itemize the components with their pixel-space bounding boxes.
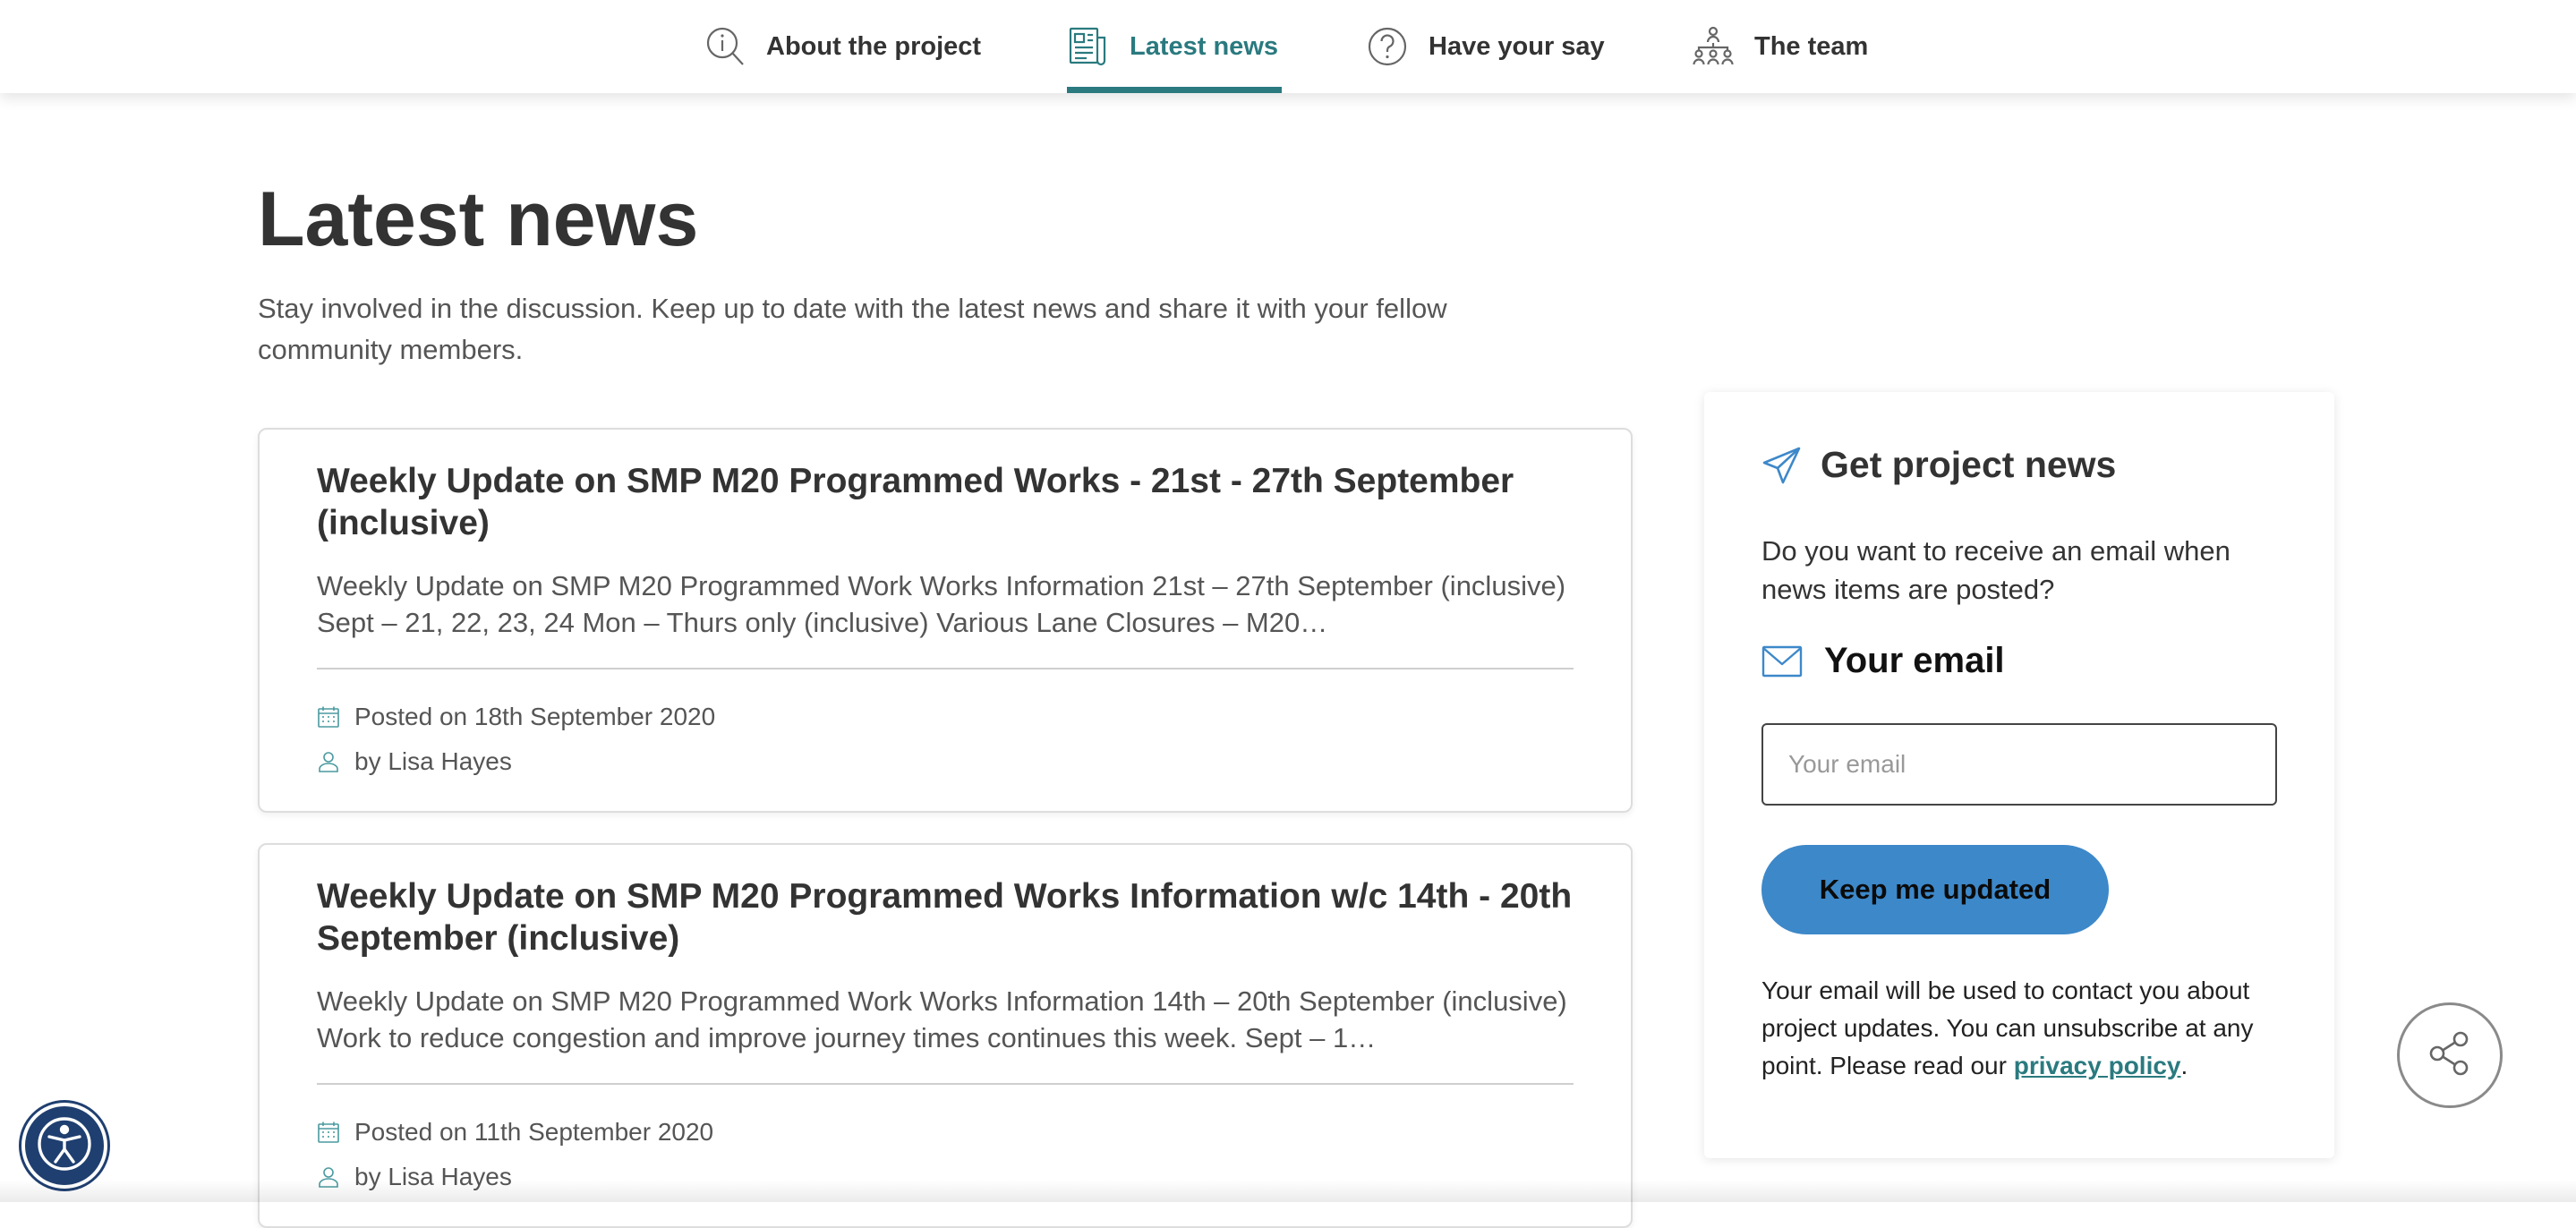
signup-title: Get project news (1821, 444, 2117, 485)
top-navigation: About the project Latest news Have your … (0, 0, 2576, 93)
question-icon (1366, 25, 1409, 68)
email-label: Your email (1761, 641, 2005, 681)
page-intro: Stay involved in the discussion. Keep up… (258, 293, 1447, 365)
news-author: by Lisa Hayes (317, 739, 1574, 784)
card-divider (317, 668, 1574, 669)
privacy-note: Your email will be used to contact you a… (1761, 972, 2290, 1085)
nav-label: Latest news (1130, 31, 1278, 61)
accessibility-icon (36, 1115, 93, 1177)
news-date-text: Posted on 11th September 2020 (354, 1118, 714, 1146)
paper-plane-icon (1761, 445, 1803, 486)
privacy-note-end: . (2180, 1052, 2188, 1079)
news-date: Posted on 18th September 2020 (317, 695, 1574, 739)
news-title[interactable]: Weekly Update on SMP M20 Programmed Work… (317, 845, 1574, 959)
news-date: Posted on 11th September 2020 (317, 1110, 1574, 1155)
card-divider (317, 1083, 1574, 1085)
email-label-text: Your email (1824, 641, 2005, 680)
calendar-icon (317, 1121, 340, 1144)
keep-me-updated-button[interactable]: Keep me updated (1761, 845, 2109, 934)
nav-item-about-the-project[interactable]: About the project (704, 0, 981, 93)
news-excerpt: Weekly Update on SMP M20 Programmed Work… (317, 570, 1566, 638)
nav-label: The team (1754, 31, 1869, 61)
news-card[interactable]: Weekly Update on SMP M20 Programmed Work… (258, 843, 1633, 1228)
privacy-policy-link[interactable]: privacy policy (2014, 1052, 2181, 1079)
email-input[interactable] (1761, 723, 2277, 806)
news-author-text: by Lisa Hayes (354, 747, 512, 775)
nav-label: About the project (766, 31, 982, 61)
bottom-fade (0, 1180, 2576, 1202)
share-icon (2425, 1028, 2475, 1083)
accessibility-button[interactable] (21, 1103, 107, 1189)
share-button[interactable] (2397, 1002, 2503, 1108)
project-news-signup: Get project news Do you want to receive … (1704, 392, 2334, 1158)
news-excerpt: Weekly Update on SMP M20 Programmed Work… (317, 985, 1567, 1053)
user-icon (317, 750, 340, 773)
calendar-icon (317, 705, 340, 729)
mail-icon (1761, 645, 1803, 678)
news-card[interactable]: Weekly Update on SMP M20 Programmed Work… (258, 428, 1633, 813)
active-tab-indicator (1067, 87, 1282, 93)
info-search-icon (704, 25, 746, 68)
page-title: Latest news (258, 176, 699, 262)
nav-item-the-team[interactable]: The team (1692, 0, 1868, 93)
nav-label: Have your say (1429, 31, 1605, 61)
nav-item-latest-news[interactable]: Latest news (1067, 0, 1278, 93)
signup-heading: Get project news (1761, 444, 2116, 486)
news-date-text: Posted on 18th September 2020 (354, 703, 716, 730)
team-icon (1692, 25, 1735, 68)
signup-question: Do you want to receive an email when new… (1761, 535, 2231, 605)
newspaper-icon (1067, 25, 1110, 68)
nav-item-have-your-say[interactable]: Have your say (1366, 0, 1605, 93)
news-title[interactable]: Weekly Update on SMP M20 Programmed Work… (317, 430, 1574, 544)
